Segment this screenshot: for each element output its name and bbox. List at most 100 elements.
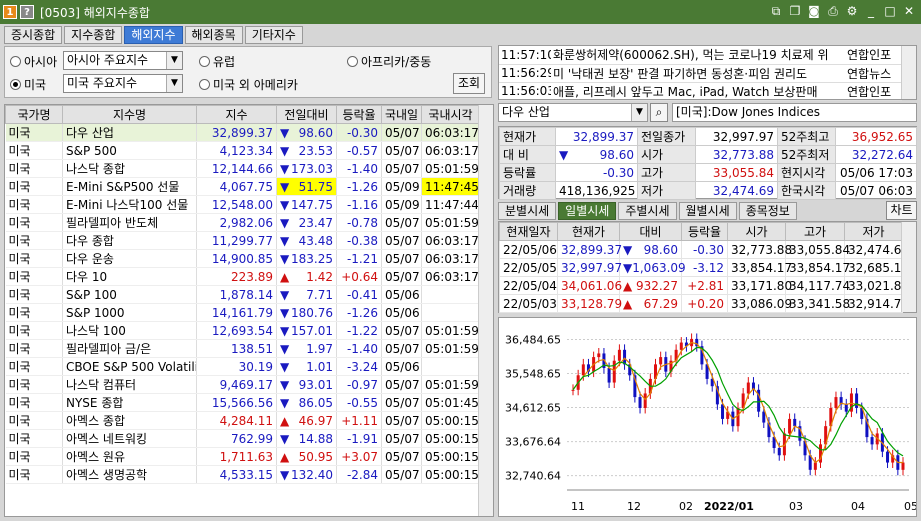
minimize-icon[interactable]: _ [863, 3, 879, 19]
table-row[interactable]: 미국 S&P 1000 14,161.79 ▼ 180.76 -1.26 05/06 [5, 303, 480, 322]
column-header[interactable]: 현재일자 [499, 222, 558, 241]
tab-overseas-index[interactable]: 해외지수 [124, 26, 183, 44]
table-row[interactable]: 미국 나스닥 컴퓨터 9,469.17 ▼ 93.01 -0.97 05/07 05:01:5… [5, 375, 480, 394]
column-header[interactable]: 지수 [196, 105, 277, 124]
print-icon[interactable]: ⎙ [825, 3, 841, 19]
table-row[interactable]: 미국 S&P 500 4,123.34 ▼ 23.53 -0.57 05/07 06:03:1… [5, 141, 480, 160]
column-header[interactable]: 국내시각 [421, 105, 480, 124]
tab-monthly[interactable]: 월별시세 [678, 202, 737, 220]
tab-weekly[interactable]: 주별시세 [618, 202, 677, 220]
cell-name: 다우 종합 [62, 231, 197, 250]
maximize-icon[interactable]: □ [882, 3, 898, 19]
us-index-select[interactable]: 미국 주요지수 ▼ [63, 74, 183, 93]
cell-cur: 32,899.37 [557, 240, 622, 259]
y-tick-label: 33,676.64 [505, 436, 561, 449]
x-tick-label: 2022/01 [704, 500, 754, 513]
tab-overseas-stock[interactable]: 해외종목 [184, 26, 243, 44]
label-52w-high: 52주최고 [777, 127, 836, 146]
radio-africa-middle-east[interactable]: 아프리카/중동 [347, 53, 431, 70]
table-row[interactable]: 미국 아멕스 네트워킹 762.99 ▼ 14.88 -1.91 05/07 05:00:15 [5, 429, 480, 448]
cell-time: 06:03:17 [421, 267, 480, 286]
table-row[interactable]: 미국 NYSE 종합 15,566.56 ▼ 86.05 -0.55 05/07 05:01:… [5, 393, 480, 412]
daily-scrollbar[interactable] [901, 222, 916, 312]
table-row[interactable]: 미국 필라델피아 반도체 2,982.06 ▼ 23.47 -0.78 05/07 05:01… [5, 213, 480, 232]
copy-icon[interactable]: ❐ [787, 3, 803, 19]
radio-asia[interactable]: 아시아 [10, 53, 57, 70]
daily-price-table: 현재일자 현재가 대비 등락율 시가 고가 저가 22/05/06 32,899.37 ▼ 98.… [498, 221, 917, 313]
table-row[interactable]: 미국 S&P 100 1,878.14 ▼ 7.71 -0.41 05/06 [5, 285, 480, 304]
x-tick-label: 11 [571, 500, 585, 513]
table-row[interactable]: 미국 나스닥 종합 12,144.66 ▼ 173.03 -1.40 05/07 05:01:… [5, 159, 480, 178]
table-scrollbar[interactable] [478, 105, 493, 516]
table-row[interactable]: 미국 아멕스 생명공학 4,533.15 ▼ 132.40 -2.84 05/07 05:00… [5, 465, 480, 484]
table-row[interactable]: 미국 E-Mini 나스닥100 선물 12,548.00 ▼ 147.75 -1.16 0… [5, 195, 480, 214]
candle-body [777, 448, 781, 456]
query-button[interactable]: 조회 [453, 73, 485, 94]
table-row[interactable]: 미국 나스닥 100 12,693.54 ▼ 157.01 -1.22 05/07 05:01… [5, 321, 480, 340]
candle-body [659, 357, 663, 365]
cell-country: 미국 [5, 159, 63, 178]
table-row[interactable]: 미국 아멕스 원유 1,711.63 ▲ 50.95 +3.07 05/07 05:00:15 [5, 447, 480, 466]
table-row[interactable]: 미국 E-Mini S&P500 선물 4,067.75 ▼ 51.75 -1.26 05/… [5, 177, 480, 196]
label-korea-time: 한국시각 [777, 181, 836, 200]
x-tick-label: 05 [904, 500, 916, 513]
arrow-down-icon: ▼ [280, 467, 290, 482]
cell-chg: ▼ 86.05 [276, 393, 337, 412]
column-header[interactable]: 현재가 [557, 222, 620, 241]
gear-icon[interactable]: ⚙ [844, 3, 860, 19]
link-icon[interactable]: ⧉ [768, 3, 784, 19]
column-header[interactable]: 전일대비 [276, 105, 337, 124]
news-item[interactable]: 11:56:03 애플, 리프레시 앞두고 Mac, iPad, Watch 보상… [499, 82, 902, 101]
daily-row[interactable]: 22/05/03 33,128.79 ▲ 67.29 +0.20 33,086.09 33,… [499, 294, 909, 313]
tab-other-index[interactable]: 기타지수 [244, 26, 303, 44]
tab-stock-info[interactable]: 종목정보 [738, 202, 797, 220]
column-header[interactable]: 고가 [785, 222, 845, 241]
table-row[interactable]: 미국 다우 10 223.89 ▲ 1.42 +0.64 05/07 06:03:17 [5, 267, 480, 286]
y-tick-label: 32,740.64 [505, 470, 561, 483]
daily-row[interactable]: 22/05/05 32,997.97 ▼ 1,063.09 -3.12 33,854.17… [499, 258, 909, 277]
tab-daily[interactable]: 일별시세 [558, 202, 617, 220]
cell-country: 미국 [5, 411, 63, 430]
column-header[interactable]: 대비 [619, 222, 682, 241]
tab-market-summary[interactable]: 증시종합 [4, 26, 63, 44]
asia-index-select[interactable]: 아시아 주요지수 ▼ [63, 51, 183, 70]
search-icon[interactable]: ⌕ [650, 103, 668, 122]
symbol-select[interactable]: 다우 산업 ▼ [498, 103, 648, 122]
news-scrollbar[interactable] [901, 46, 916, 99]
cell-date: 22/05/03 [499, 294, 558, 313]
cell-time: 05:01:59 [421, 339, 480, 358]
table-row[interactable]: 미국 필라델피아 금/은 138.51 ▼ 1.97 -1.40 05/07 05:01:59 [5, 339, 480, 358]
table-row[interactable]: 미국 다우 산업 32,899.37 ▼ 98.60 -0.30 05/07 06:03:17 [5, 123, 480, 142]
column-header[interactable]: 국내일 [381, 105, 422, 124]
daily-row[interactable]: 22/05/04 34,061.06 ▲ 932.27 +2.81 33,171.80 34… [499, 276, 909, 295]
tab-minute[interactable]: 분별시세 [498, 202, 557, 220]
cell-date: 05/06 [381, 357, 422, 376]
table-row[interactable]: 미국 CBOE S&P 500 Volatili 30.19 ▼ 1.01 -3.24 05… [5, 357, 480, 376]
cell-name: 아멕스 네트워킹 [62, 429, 197, 448]
column-header[interactable]: 지수명 [62, 105, 197, 124]
news-item[interactable]: 11:57:10 화룬쌍허제약(600062.SH), 먹는 코로나19 치료제 … [499, 46, 902, 65]
cell-country: 미국 [5, 267, 63, 286]
arrow-down-icon: ▼ [280, 197, 290, 212]
cell-chg: ▼ 23.47 [276, 213, 337, 232]
column-header[interactable]: 등락율 [681, 222, 728, 241]
camera-icon[interactable]: ◙ [806, 3, 822, 19]
column-header[interactable]: 저가 [844, 222, 903, 241]
tab-index-summary[interactable]: 지수종합 [64, 26, 123, 44]
table-row[interactable]: 미국 아멕스 종합 4,284.11 ▲ 46.97 +1.11 05/07 05:00:15 [5, 411, 480, 430]
news-item[interactable]: 11:56:29 미 '낙태권 보장' 판결 파기하면 동성혼·피임 권리도 연합뉴… [499, 64, 902, 83]
column-header[interactable]: 국가명 [5, 105, 63, 124]
daily-row[interactable]: 22/05/06 32,899.37 ▼ 98.60 -0.30 32,773.88 33,… [499, 240, 909, 259]
table-row[interactable]: 미국 다우 종합 11,299.77 ▼ 43.48 -0.38 05/07 06:03:17 [5, 231, 480, 250]
label-change: 대 비 [499, 145, 556, 164]
radio-other-americas[interactable]: 미국 외 아메리카 [199, 76, 298, 93]
column-header[interactable]: 등락율 [336, 105, 382, 124]
radio-usa[interactable]: 미국 [10, 76, 46, 93]
chart-button[interactable]: 차트 [886, 201, 917, 220]
change-value: 932.27 [636, 278, 678, 293]
help-icon[interactable]: ? [20, 5, 34, 19]
column-header[interactable]: 시가 [727, 222, 786, 241]
table-row[interactable]: 미국 다우 운송 14,900.85 ▼ 183.25 -1.21 05/07 06:03:1… [5, 249, 480, 268]
close-icon[interactable]: ✕ [901, 3, 917, 19]
radio-europe[interactable]: 유럽 [199, 53, 235, 70]
